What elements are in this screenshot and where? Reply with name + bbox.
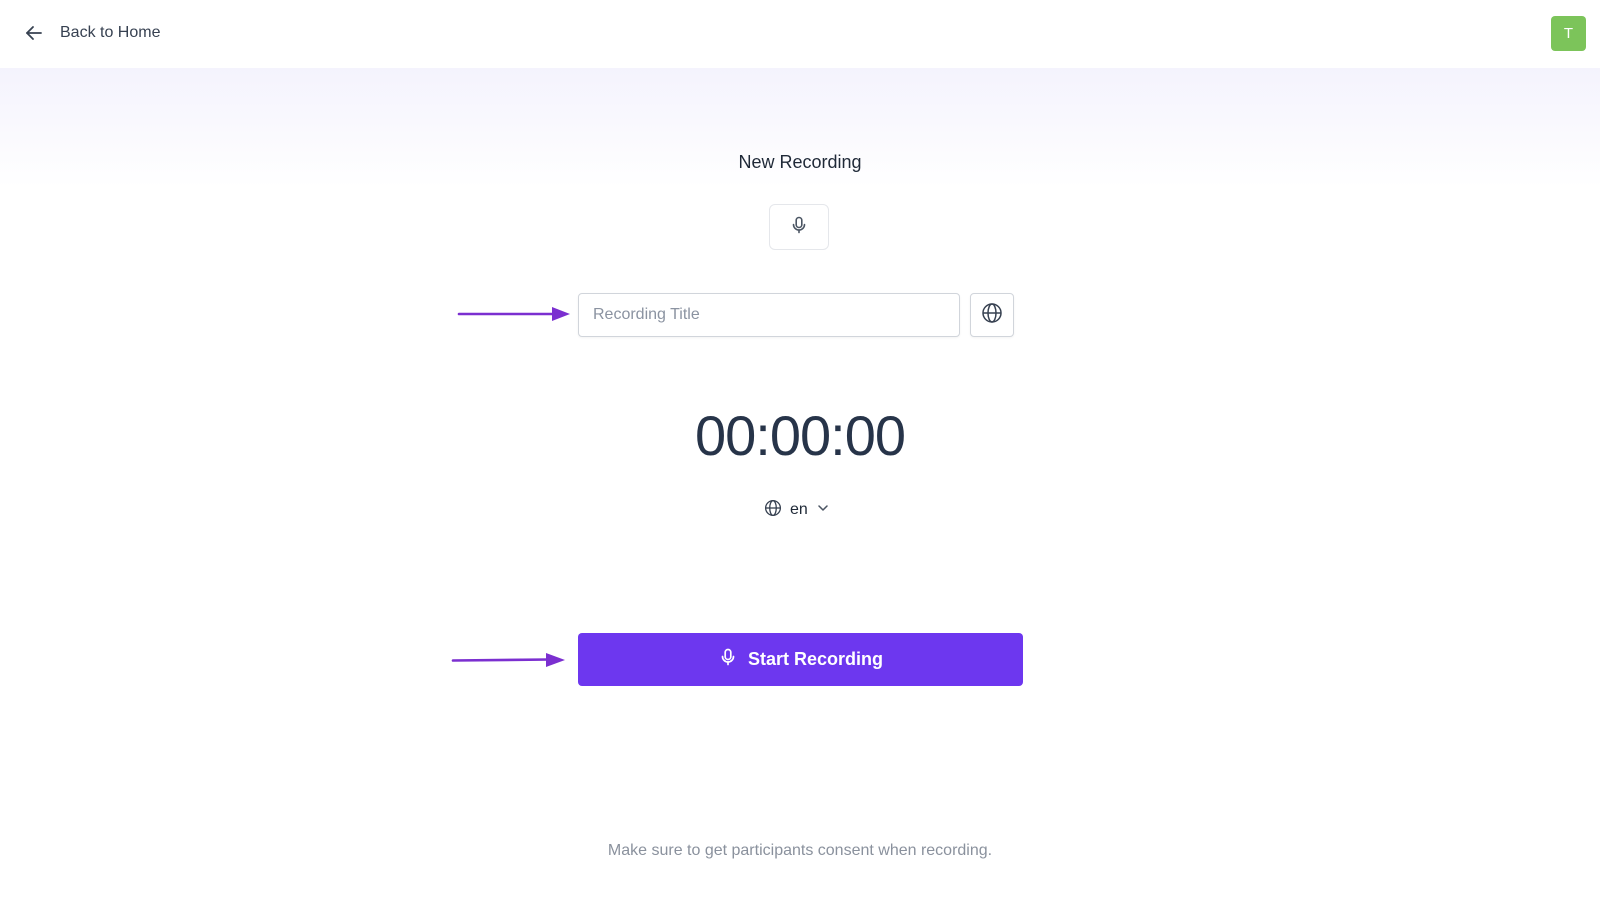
microphone-icon <box>718 647 738 672</box>
page-title: New Recording <box>738 152 862 172</box>
chevron-down-icon <box>816 501 830 520</box>
consent-note: Make sure to get participants consent wh… <box>607 842 993 859</box>
language-select[interactable]: en <box>764 497 830 523</box>
main-content: New Recording 00:00:00 <box>0 68 1600 898</box>
start-recording-label: Start Recording <box>747 649 884 669</box>
globe-icon <box>981 302 1003 329</box>
top-bar: Back to Home T <box>0 0 1600 68</box>
microphone-icon <box>789 215 809 240</box>
language-select-value: en <box>790 501 808 518</box>
recording-title-input[interactable] <box>578 293 960 337</box>
annotation-arrow <box>451 653 565 667</box>
microphone-status-tile <box>769 204 829 250</box>
avatar[interactable]: T <box>1551 16 1586 51</box>
annotation-arrow <box>457 307 570 321</box>
back-to-home-link[interactable]: Back to Home <box>24 20 160 46</box>
start-recording-button[interactable]: Start Recording <box>578 633 1023 686</box>
recording-timer: 00:00:00 <box>695 404 906 467</box>
globe-icon <box>764 499 782 522</box>
back-to-home-label: Back to Home <box>60 24 161 41</box>
arrow-left-icon <box>24 23 44 43</box>
language-button[interactable] <box>970 293 1014 337</box>
